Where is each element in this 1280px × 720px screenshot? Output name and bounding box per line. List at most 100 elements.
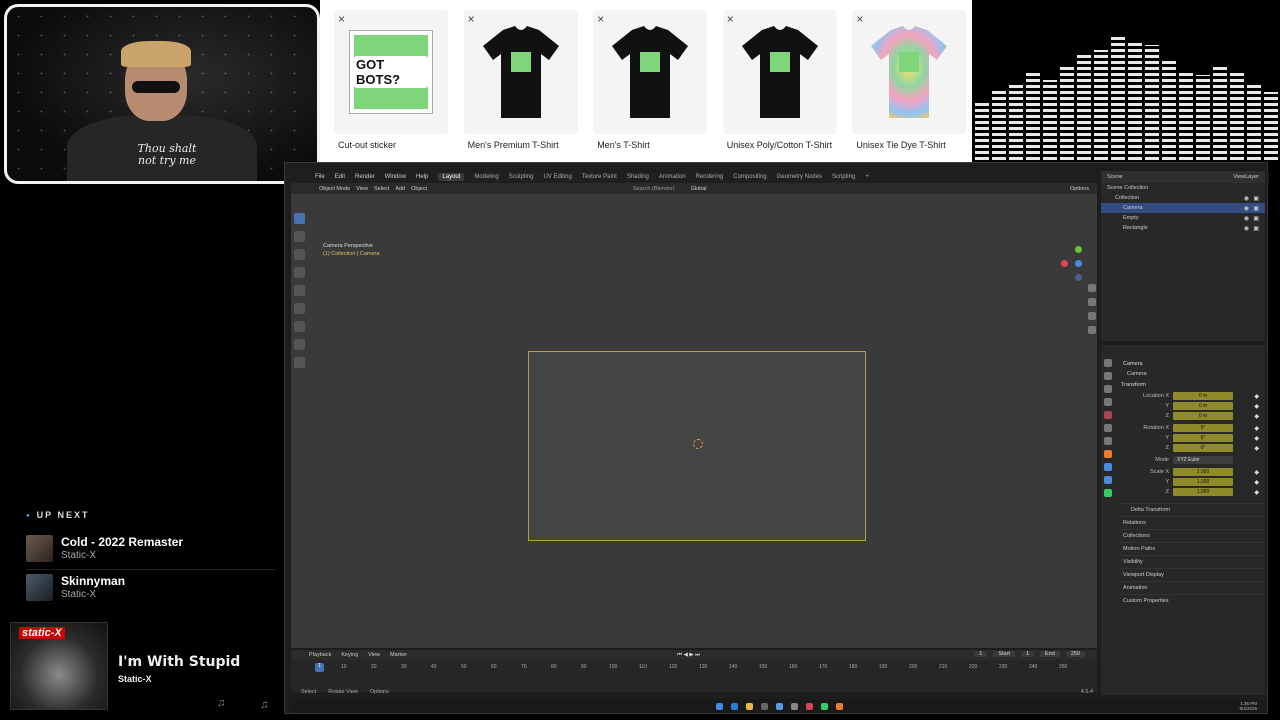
workspace-tab-uv-editing[interactable]: UV Editing — [543, 174, 571, 180]
workspace-tab-rendering[interactable]: Rendering — [696, 174, 724, 180]
workspace-tab-scripting[interactable]: Scripting — [832, 174, 855, 180]
rotation-mode-dropdown[interactable]: XYZ Euler — [1173, 456, 1233, 464]
motion-paths-panel[interactable]: Motion Paths — [1117, 542, 1265, 555]
workspace-tab-layout[interactable]: Layout — [438, 173, 465, 181]
playback-controls-icon[interactable]: ⏮ ◀ ▶ ⏭ — [677, 652, 700, 659]
visibility-eye-icon[interactable]: ◉ — [1244, 205, 1249, 212]
start-frame-field[interactable]: 1 — [1020, 651, 1035, 657]
delta-transform-panel[interactable]: Delta Transform — [1117, 503, 1265, 516]
pan-icon[interactable] — [1088, 298, 1096, 306]
workspace-tab-geometry-nodes[interactable]: Geometry Nodes — [777, 174, 822, 180]
keyframe-icon[interactable]: ◆ — [1254, 479, 1259, 486]
edge-icon[interactable] — [730, 702, 738, 710]
outliner-item[interactable]: Camera ◉ ▣ — [1101, 203, 1265, 213]
queue-item[interactable]: Cold - 2022 Remaster Static-X — [26, 535, 276, 567]
world-tab-icon[interactable] — [1104, 424, 1112, 432]
menu-help[interactable]: Help — [416, 174, 428, 180]
gizmo-y-axis[interactable] — [1075, 246, 1082, 253]
scale-x-field[interactable]: 1.000 — [1173, 468, 1233, 476]
view-layer-tab-icon[interactable] — [1104, 398, 1112, 406]
tool-tab-icon[interactable] — [1104, 359, 1112, 367]
custom-properties-panel[interactable]: Custom Properties — [1117, 594, 1265, 607]
blender-icon[interactable] — [835, 702, 843, 710]
location-x-field[interactable]: 0 m — [1173, 392, 1233, 400]
viewport-display-panel[interactable]: Viewport Display — [1117, 568, 1265, 581]
rotation-y-field[interactable]: 0° — [1173, 434, 1233, 442]
outliner-item[interactable]: Scene Collection — [1101, 183, 1265, 193]
mode-dropdown[interactable]: Object Mode — [319, 186, 350, 192]
keyframe-icon[interactable]: ◆ — [1254, 435, 1259, 442]
search-input[interactable]: Search (Blender) — [633, 186, 675, 192]
3d-viewport[interactable]: Camera Perspective (1) Collection | Came… — [291, 194, 1097, 648]
app-icon[interactable] — [805, 702, 813, 710]
keyframe-icon[interactable]: ◆ — [1254, 469, 1259, 476]
data-tab-icon[interactable] — [1104, 489, 1112, 497]
camera-view-icon[interactable] — [1088, 312, 1096, 320]
close-icon[interactable]: × — [468, 12, 475, 26]
measure-tool-icon[interactable] — [293, 339, 305, 350]
current-frame-field[interactable]: 1 — [974, 651, 988, 657]
close-icon[interactable]: × — [856, 12, 863, 26]
render-camera-icon[interactable]: ▣ — [1253, 225, 1259, 232]
gizmo-z-axis[interactable] — [1075, 260, 1082, 267]
file-explorer-icon[interactable] — [745, 702, 753, 710]
workspace-tab-sculpting[interactable]: Sculpting — [509, 174, 534, 180]
gizmo-neg-z-axis[interactable] — [1075, 274, 1082, 281]
playhead[interactable]: 1 — [315, 663, 324, 672]
menu-file[interactable]: File — [315, 174, 325, 180]
visibility-eye-icon[interactable]: ◉ — [1244, 225, 1249, 232]
object-tab-icon[interactable] — [1104, 450, 1112, 458]
timeline-menu-playback[interactable]: Playback — [309, 652, 331, 658]
location-z-field[interactable]: 0 m — [1173, 412, 1233, 420]
perspective-toggle-icon[interactable] — [1088, 326, 1096, 334]
merch-card[interactable]: GOT BOTS? × Cut-out sticker — [326, 4, 448, 160]
keyframe-icon[interactable]: ◆ — [1254, 445, 1259, 452]
object-name-field[interactable]: Camera — [1117, 371, 1147, 377]
merch-card[interactable]: × Unisex Tie Dye T-Shirt — [844, 4, 967, 160]
end-frame-field[interactable]: 250 — [1065, 651, 1085, 657]
viewport-menu-object[interactable]: Object — [411, 186, 427, 192]
close-icon[interactable]: × — [338, 12, 345, 26]
menu-render[interactable]: Render — [355, 174, 375, 180]
merch-card[interactable]: × Men's Premium T-Shirt — [456, 4, 578, 160]
keyframe-icon[interactable]: ◆ — [1254, 425, 1259, 432]
timeline-menu-marker[interactable]: Marker — [390, 652, 407, 658]
render-camera-icon[interactable]: ▣ — [1253, 215, 1259, 222]
annotate-tool-icon[interactable] — [293, 321, 305, 332]
orientation-dropdown[interactable]: Global — [691, 186, 707, 192]
close-icon[interactable]: × — [597, 12, 604, 26]
view-layer-selector[interactable]: ViewLayer — [1233, 174, 1259, 180]
visibility-eye-icon[interactable]: ◉ — [1244, 215, 1249, 222]
menu-edit[interactable]: Edit — [335, 174, 345, 180]
viewport-menu-add[interactable]: Add — [395, 186, 405, 192]
visibility-eye-icon[interactable]: ◉ — [1244, 195, 1249, 202]
keyframe-icon[interactable]: ◆ — [1254, 489, 1259, 496]
gizmo-x-axis[interactable] — [1061, 260, 1068, 267]
keyframe-icon[interactable]: ◆ — [1254, 403, 1259, 410]
workspace-tab-modeling[interactable]: Modeling — [474, 174, 498, 180]
render-camera-icon[interactable]: ▣ — [1253, 195, 1259, 202]
collections-panel[interactable]: Collections — [1117, 529, 1265, 542]
outliner-item[interactable]: Rectangle ◉ ▣ — [1101, 223, 1265, 233]
timeline-menu-keying[interactable]: Keying — [341, 652, 358, 658]
timeline[interactable]: Playback Keying View Marker ⏮ ◀ ▶ ⏭ 1 St… — [291, 650, 1097, 692]
transform-tool-icon[interactable] — [293, 303, 305, 314]
physics-tab-icon[interactable] — [1104, 463, 1112, 471]
viewport-menu-view[interactable]: View — [356, 186, 368, 192]
collection-tab-icon[interactable] — [1104, 437, 1112, 445]
keyframe-icon[interactable]: ◆ — [1254, 393, 1259, 400]
rotation-x-field[interactable]: 0° — [1173, 424, 1233, 432]
zoom-icon[interactable] — [1088, 284, 1096, 292]
add-cube-tool-icon[interactable] — [293, 357, 305, 368]
timeline-menu-view[interactable]: View — [368, 652, 380, 658]
obs-icon[interactable] — [760, 702, 768, 710]
scale-z-field[interactable]: 1.000 — [1173, 488, 1233, 496]
location-y-field[interactable]: 0 m — [1173, 402, 1233, 410]
rotate-tool-icon[interactable] — [293, 267, 305, 278]
move-tool-icon[interactable] — [293, 249, 305, 260]
relations-panel[interactable]: Relations — [1117, 516, 1265, 529]
options-dropdown[interactable]: Options — [1070, 186, 1089, 192]
constraints-tab-icon[interactable] — [1104, 476, 1112, 484]
menu-window[interactable]: Window — [385, 174, 406, 180]
cursor-tool-icon[interactable] — [293, 231, 305, 242]
